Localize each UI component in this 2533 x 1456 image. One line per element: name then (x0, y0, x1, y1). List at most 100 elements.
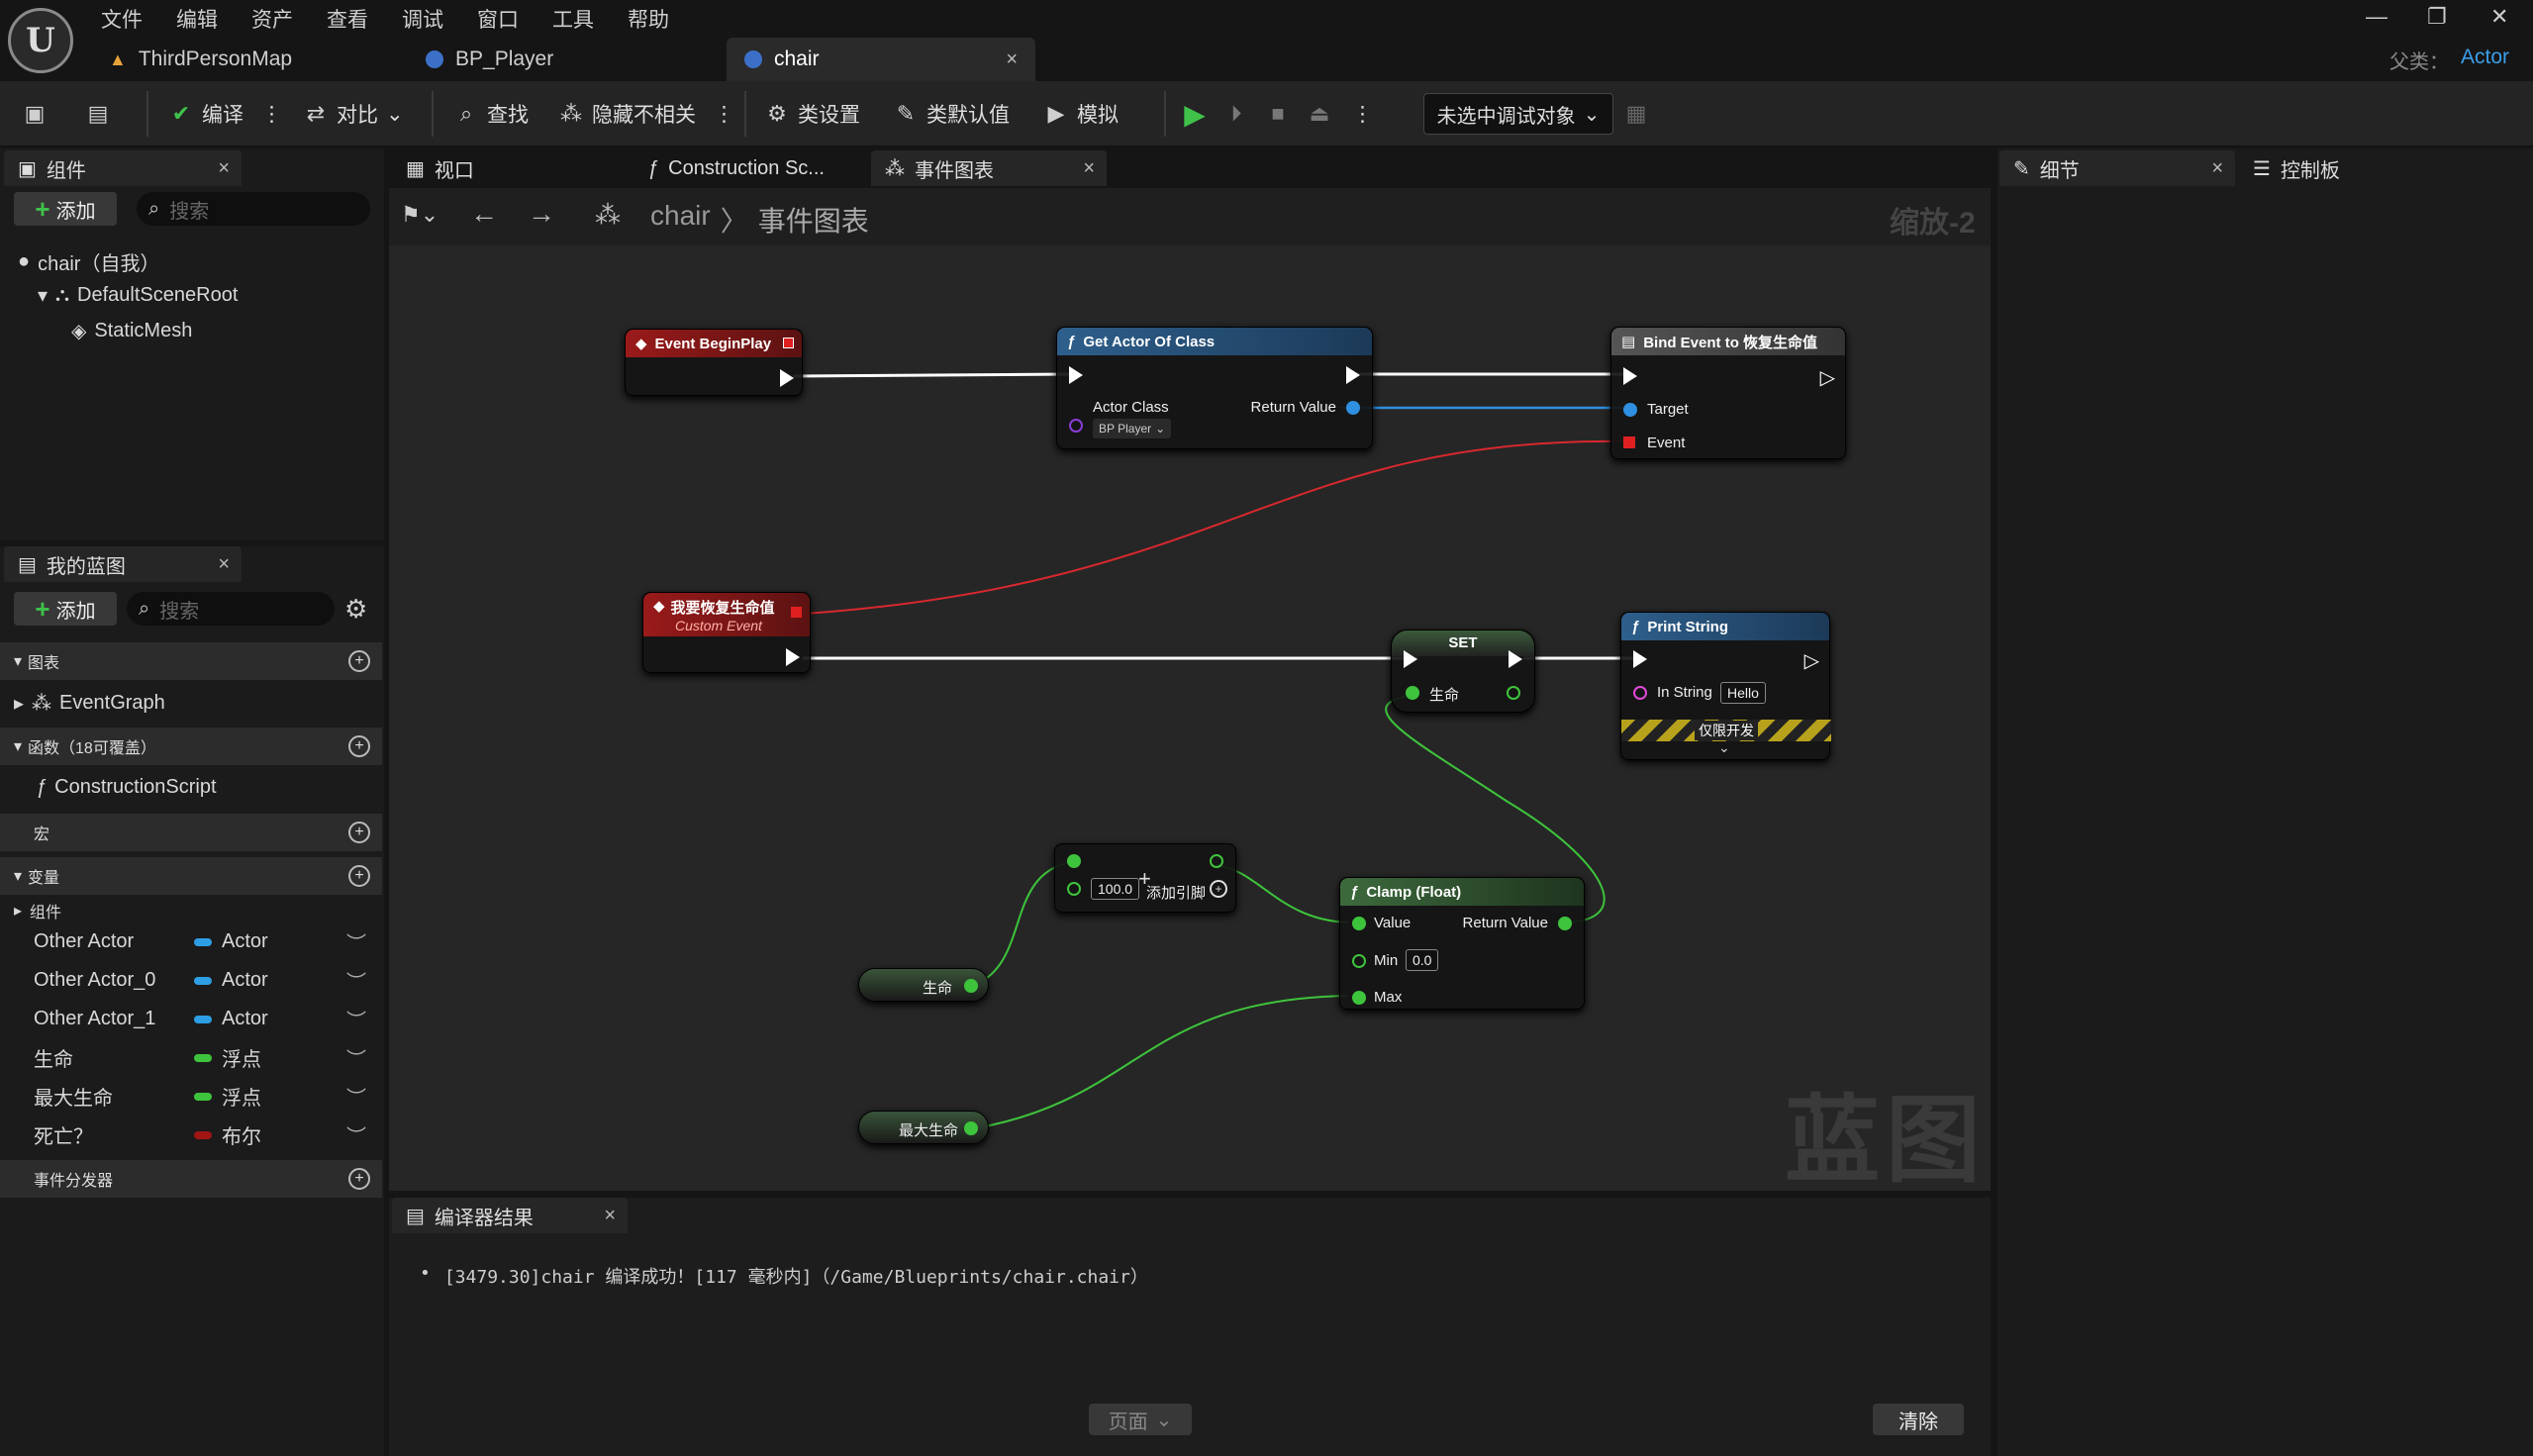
debug-object-select[interactable]: 未选中调试对象 ⌄ (1423, 93, 1613, 135)
menu-window[interactable]: 窗口 (477, 4, 519, 34)
category-event-dispatchers[interactable]: 事件分发器 + (0, 1160, 382, 1198)
variable-row[interactable]: Other Actor_0 Actor ︶ (0, 961, 382, 1000)
tab-viewport[interactable]: ▦ 视口 (392, 150, 630, 186)
add-b-value[interactable]: 100.0 (1091, 878, 1140, 900)
palette-tab[interactable]: ☰ 控制板 (2239, 150, 2437, 186)
return-value-pin[interactable] (1346, 401, 1360, 415)
close-icon[interactable]: × (218, 157, 230, 180)
menu-assets[interactable]: 资产 (251, 4, 293, 34)
max-pin[interactable] (1352, 991, 1366, 1005)
chevron-down-icon[interactable]: ⌄ (1718, 739, 1730, 756)
doc-tab-chair[interactable]: chair × (727, 38, 1035, 81)
more-icon[interactable]: ⋮ (714, 102, 734, 127)
return-value-pin[interactable] (1558, 917, 1572, 930)
max-life-out-pin[interactable] (964, 1121, 978, 1135)
doc-tab-bp-player[interactable]: BP_Player (408, 38, 725, 81)
in-string-pin[interactable] (1633, 686, 1647, 700)
exec-in-pin[interactable] (1623, 367, 1637, 385)
variable-row[interactable]: 最大生命 浮点 ︶ (0, 1077, 382, 1116)
node-get-max-life[interactable]: 最大生命 (858, 1111, 989, 1144)
value-pin[interactable] (1352, 917, 1366, 930)
life-in-pin[interactable] (1406, 686, 1419, 700)
life-out-pin[interactable] (1507, 686, 1520, 700)
more-icon[interactable]: ⋮ (261, 102, 282, 127)
min-pin[interactable] (1352, 954, 1366, 968)
components-search-input[interactable]: ⌕ 搜索 (137, 192, 370, 226)
class-pin[interactable] (1069, 419, 1083, 433)
compile-button[interactable]: ✔ 编译 ⋮ (168, 95, 282, 133)
target-pin[interactable] (1623, 403, 1637, 417)
category-functions[interactable]: ▾ 函数（18可覆盖） + (0, 728, 382, 765)
compiler-results-tab[interactable]: ▤ 编译器结果 × (392, 1198, 628, 1233)
class-defaults-button[interactable]: ✎ 类默认值 (893, 95, 1010, 133)
variable-row[interactable]: Other Actor_1 Actor ︶ (0, 1000, 382, 1038)
parent-class-link[interactable]: Actor (2461, 46, 2509, 69)
stop-button[interactable]: ■ (1265, 95, 1291, 133)
components-tab[interactable]: ▣ 组件 × (4, 150, 242, 186)
simulate-button[interactable]: ▶ 模拟 (1043, 95, 1119, 133)
tab-construction-script[interactable]: ƒ Construction Sc... (633, 150, 871, 186)
tab-event-graph[interactable]: ⁂ 事件图表 × (871, 150, 1107, 186)
add-in-a-pin[interactable] (1067, 854, 1081, 868)
step-button[interactable]: ⏵ (1223, 95, 1249, 133)
variable-row[interactable]: 死亡？ 布尔 ︶ (0, 1116, 382, 1154)
close-tab-icon[interactable]: × (1006, 49, 1018, 71)
close-window-button[interactable]: ✕ (2490, 4, 2508, 30)
play-options-button[interactable]: ⋮ (1352, 95, 1373, 133)
close-icon[interactable]: × (218, 553, 230, 576)
category-graphs[interactable]: ▾ 图表 + (0, 642, 382, 680)
category-variables[interactable]: ▾ 变量 + (0, 857, 382, 895)
graph-item-eventgraph[interactable]: ▸ ⁂ EventGraph (14, 691, 165, 716)
node-add[interactable]: 100.0 + 添加引脚 + (1054, 843, 1236, 913)
settings-gear-icon[interactable]: ⚙ (344, 594, 367, 625)
tree-item-defaultsceneroot[interactable]: ▾ ⛬ DefaultSceneRoot (38, 283, 238, 308)
my-blueprint-search-input[interactable]: ⌕ 搜索 (127, 592, 335, 626)
details-tab[interactable]: ✎ 细节 × (1999, 150, 2235, 186)
add-member-button[interactable]: + 添加 (14, 592, 117, 626)
exec-out-hollow-icon[interactable]: ▷ (1804, 648, 1819, 673)
life-out-pin[interactable] (964, 979, 978, 993)
close-icon[interactable]: × (604, 1205, 616, 1227)
close-icon[interactable]: × (2211, 157, 2223, 180)
category-macros[interactable]: 宏 + (0, 814, 382, 851)
menu-file[interactable]: 文件 (101, 4, 143, 34)
tree-item-staticmesh[interactable]: ◈ StaticMesh (71, 319, 192, 343)
event-graph-canvas[interactable]: ⚑⌄ ← → ⁂ chair 〉 事件图表 缩放-2 蓝图 ◆ Event Be… (389, 188, 1991, 1191)
diff-button[interactable]: ⇄ 对比 ⌄ (303, 95, 404, 133)
eject-button[interactable]: ⏏ (1307, 95, 1332, 133)
delegate-pin[interactable] (791, 607, 802, 618)
menu-help[interactable]: 帮助 (628, 4, 669, 34)
function-item-constructionscript[interactable]: ƒ ConstructionScript (36, 776, 217, 799)
save-button[interactable]: ▣ (22, 95, 48, 133)
add-component-button[interactable]: + 添加 (14, 192, 117, 226)
play-button[interactable]: ▶ (1182, 95, 1208, 133)
exec-out-pin[interactable] (1346, 366, 1360, 384)
event-pin[interactable] (1623, 437, 1635, 448)
unreal-logo[interactable]: U (8, 8, 73, 73)
tree-item-chair[interactable]: ● chair（自我） (18, 247, 159, 276)
eye-closed-icon[interactable]: ︶ (346, 927, 366, 956)
eye-closed-icon[interactable]: ︶ (346, 1082, 366, 1111)
in-string-value[interactable]: Hello (1720, 682, 1766, 704)
exec-out-pin[interactable] (780, 369, 794, 387)
add-pin-icon[interactable]: + (1210, 880, 1227, 898)
node-get-life[interactable]: 生命 (858, 968, 989, 1002)
add-macro-icon[interactable]: + (348, 822, 370, 843)
menu-view[interactable]: 查看 (327, 4, 368, 34)
node-set[interactable]: SET 生命 (1391, 630, 1535, 713)
node-custom-event[interactable]: ◆ 我要恢复生命值 Custom Event (642, 592, 811, 673)
restore-button[interactable]: ❐ (2427, 4, 2447, 30)
eye-closed-icon[interactable]: ︶ (346, 1005, 366, 1033)
add-dispatcher-icon[interactable]: + (348, 1168, 370, 1190)
find-button[interactable]: ⌕ 查找 (453, 95, 529, 133)
eye-closed-icon[interactable]: ︶ (346, 1043, 366, 1072)
node-event-beginplay[interactable]: ◆ Event BeginPlay (625, 329, 803, 396)
add-function-icon[interactable]: + (348, 735, 370, 757)
exec-out-pin[interactable] (786, 648, 800, 666)
exec-in-pin[interactable] (1069, 366, 1083, 384)
debug-filter-button[interactable]: ▦ (1623, 95, 1649, 133)
add-in-b-pin[interactable] (1067, 882, 1081, 896)
add-out-pin[interactable] (1210, 854, 1223, 868)
menu-tools[interactable]: 工具 (552, 4, 594, 34)
delegate-pin[interactable] (783, 338, 794, 348)
